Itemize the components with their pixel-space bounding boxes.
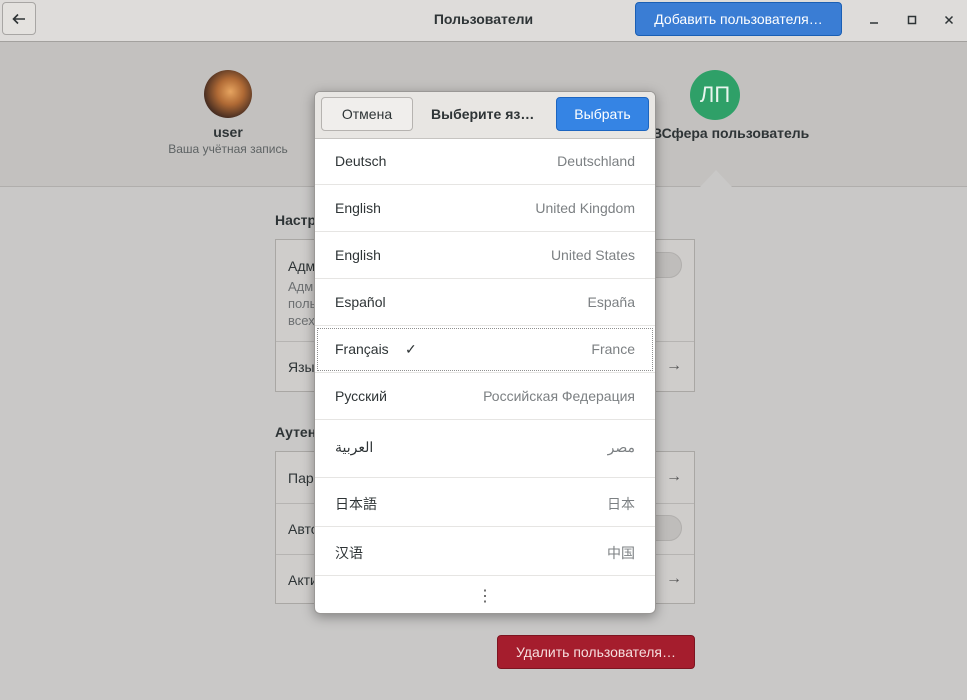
close-button[interactable] [940,11,958,29]
user-account-subtitle: Ваша учётная запись [168,142,288,156]
arrow-right-icon: → [666,468,682,485]
admin-label: Адм [288,258,316,274]
language-region: United Kingdom [535,200,635,216]
add-user-button[interactable]: Добавить пользователя… [635,2,842,36]
language-name: Español [335,294,386,310]
language-name: English [335,247,381,263]
checkmark-icon: ✓ [405,341,417,357]
language-row[interactable]: Deutsch Deutschland [315,138,655,185]
auth-section-label: Аутен [275,424,317,440]
header-bar: Пользователи Добавить пользователя… [0,0,967,42]
dialog-title: Выберите язык [431,106,535,122]
language-row[interactable]: Русский Российская Федерация [315,373,655,420]
user-avatar[interactable] [204,70,252,118]
language-row[interactable]: 汉语 中国 [315,527,655,576]
language-name: 日本語 [335,496,377,512]
select-button[interactable]: Выбрать [556,97,649,131]
more-languages-button[interactable]: ⋮ [315,582,655,612]
maximize-icon [907,15,917,25]
language-region: Deutschland [557,153,635,169]
language-row[interactable]: English United States [315,232,655,279]
language-region: Российская Федерация [483,388,635,404]
close-icon [944,15,954,25]
settings-section-label: Настр [275,212,317,228]
language-name: العربية [335,439,374,455]
language-row-selected[interactable]: Français ✓ France [315,326,655,373]
arrow-right-icon: → [666,357,682,374]
language-region: United States [550,247,635,263]
language-region: 日本 [607,496,635,512]
arrow-right-icon: → [666,570,682,587]
language-region: España [587,294,635,310]
maximize-button[interactable] [903,11,921,29]
minimize-button[interactable] [865,11,883,29]
language-row[interactable]: العربية مصر [315,420,655,478]
language-name: 汉语 [335,545,363,561]
delete-user-button[interactable]: Удалить пользователя… [497,635,695,669]
cancel-button[interactable]: Отмена [321,97,413,131]
language-row[interactable]: Español España [315,279,655,326]
admin-desc-line: Адм [288,279,314,294]
language-region: 中国 [607,545,635,561]
language-row[interactable]: English United Kingdom [315,185,655,232]
dialog-header: Отмена Выберите язык Выбрать [315,92,655,139]
admin-desc-line: всех [288,313,315,328]
minimize-icon [870,22,878,24]
language-label[interactable]: Язы [288,359,315,375]
language-row[interactable]: 日本語 日本 [315,478,655,527]
language-name: Français [335,341,389,357]
other-user-name: ВСфера пользователь [652,125,810,141]
other-user-avatar[interactable]: ЛП [690,70,740,120]
password-label[interactable]: Пар [288,470,314,486]
language-name: English [335,200,381,216]
selection-pointer [700,170,732,187]
language-region: France [591,341,635,357]
language-name: Deutsch [335,153,387,169]
language-name: Русский [335,388,387,404]
language-dialog: Отмена Выберите язык Выбрать Deutsch Deu… [314,91,656,614]
user-name: user [213,124,243,140]
language-region: مصر [607,439,635,455]
